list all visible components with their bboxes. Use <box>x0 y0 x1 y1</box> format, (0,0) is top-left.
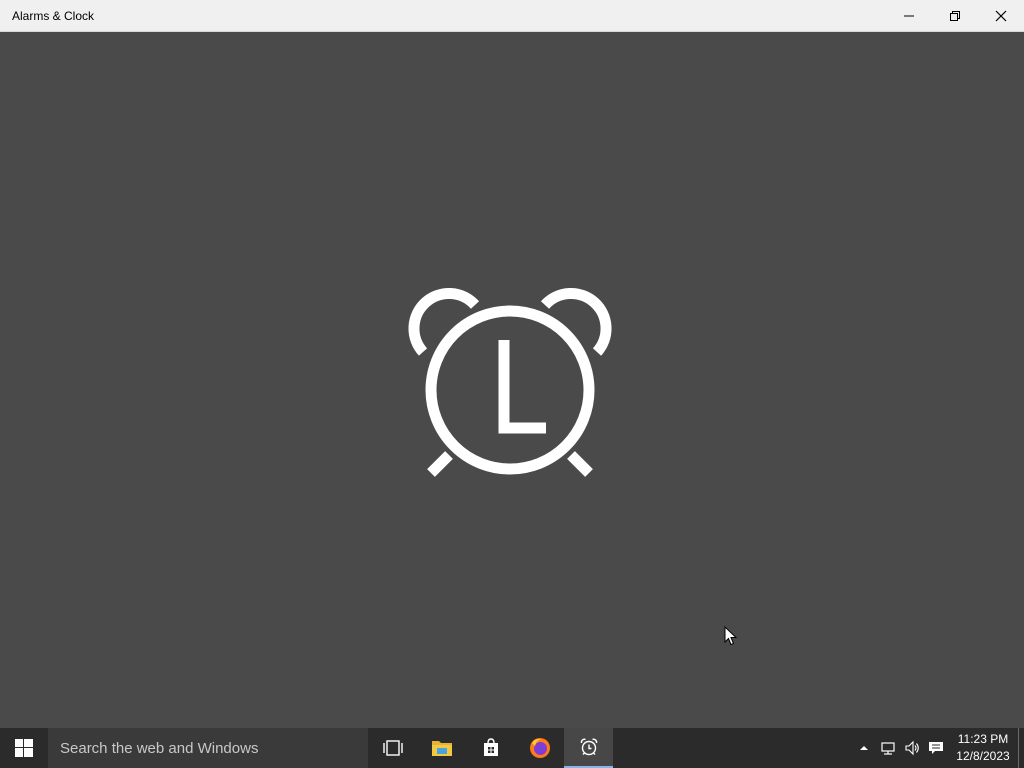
taskbar-alarms-clock[interactable] <box>564 728 613 768</box>
mouse-cursor-icon <box>724 626 738 646</box>
show-hidden-icons-button[interactable] <box>852 728 876 768</box>
minimize-icon <box>904 15 914 16</box>
store-bag-icon <box>483 738 498 756</box>
taskbar-firefox[interactable] <box>515 728 564 768</box>
window-controls <box>886 0 1024 32</box>
folder-icon <box>431 741 452 756</box>
system-tray: 11:23 PM 12/8/2023 <box>852 728 1024 768</box>
search-placeholder: Search the web and Windows <box>60 739 259 757</box>
title-bar[interactable]: Alarms & Clock <box>0 0 1024 32</box>
network-button[interactable] <box>876 728 900 768</box>
taskbar-file-explorer[interactable] <box>417 728 466 768</box>
action-center-button[interactable] <box>924 728 948 768</box>
alarm-clock-icon <box>408 287 612 477</box>
splash-screen <box>0 32 1024 728</box>
volume-button[interactable] <box>900 728 924 768</box>
taskbar-apps <box>368 728 613 768</box>
action-center-icon <box>929 742 943 754</box>
show-desktop-button[interactable] <box>1018 728 1024 768</box>
network-icon <box>881 742 895 755</box>
firefox-icon <box>529 738 550 758</box>
search-box[interactable]: Search the web and Windows <box>48 728 368 768</box>
taskbar-clock[interactable]: 11:23 PM 12/8/2023 <box>948 728 1018 768</box>
taskbar-task-view[interactable] <box>368 728 417 768</box>
restore-icon <box>950 10 960 21</box>
window-title: Alarms & Clock <box>12 8 95 23</box>
clock-date: 12/8/2023 <box>956 749 1010 763</box>
volume-icon <box>905 740 919 756</box>
chevron-up-icon <box>860 746 868 750</box>
close-button[interactable] <box>978 0 1024 32</box>
taskbar: Search the web and Windows 11:23 PM 12/8… <box>0 728 1024 768</box>
clock-time: 11:23 PM <box>957 732 1009 746</box>
task-view-icon <box>382 740 403 756</box>
taskbar-store[interactable] <box>466 728 515 768</box>
minimize-button[interactable] <box>886 0 932 32</box>
close-icon <box>995 10 1007 21</box>
alarm-clock-icon <box>580 738 597 756</box>
restore-button[interactable] <box>932 0 978 32</box>
windows-logo-icon <box>15 739 33 757</box>
start-button[interactable] <box>0 728 48 768</box>
